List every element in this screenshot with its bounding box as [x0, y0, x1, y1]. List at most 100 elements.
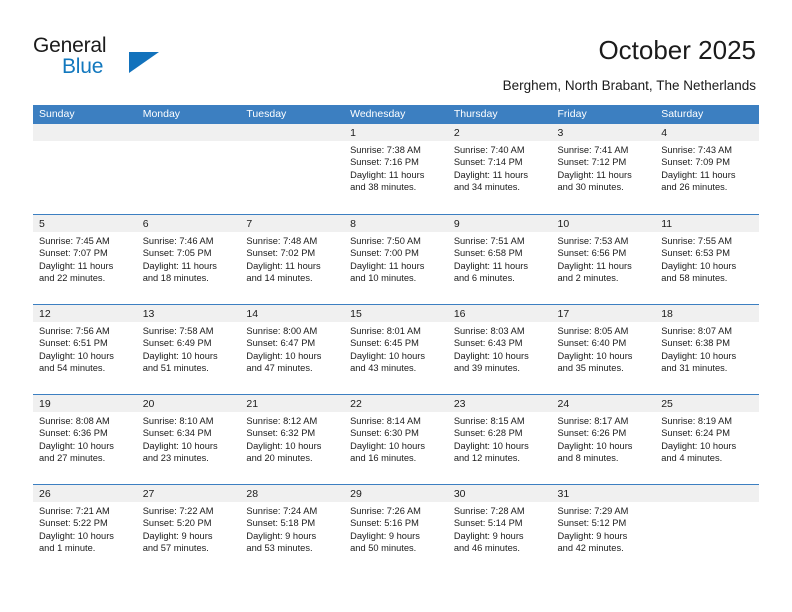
calendar-day-cell[interactable]: 2 Sunrise: 7:40 AM Sunset: 7:14 PM Daylight… [447, 124, 552, 214]
sunrise-time: Sunrise: 7:22 AM [142, 506, 214, 516]
calendar-day-cell[interactable]: 28 Sunrise: 7:24 AM Sunset: 5:18 PM Dayligh… [240, 485, 345, 574]
calendar-page: General Blue October 2025 Berghem, North… [0, 0, 792, 612]
daylight-duration-line2: and 1 minute. [39, 543, 96, 554]
calendar-day-cell[interactable]: 6 Sunrise: 7:46 AM Sunset: 7:05 PM Daylight… [136, 215, 241, 304]
daylight-duration-line2: and 26 minutes. [661, 182, 728, 193]
sunset-time: Sunset: 6:34 PM [142, 428, 212, 439]
sunset-time: Sunset: 6:51 PM [39, 338, 108, 349]
sunset-time: Sunset: 6:38 PM [661, 338, 730, 349]
daylight-duration-line2: and 27 minutes. [39, 453, 106, 464]
sunset-time: Sunset: 6:26 PM [557, 428, 627, 439]
calendar-day-cell[interactable]: 14 Sunrise: 8:00 AM Sunset: 6:47 PM Dayligh… [240, 305, 345, 394]
sunset-time: Sunset: 6:56 PM [557, 248, 627, 259]
calendar-day-cell-empty [240, 124, 345, 214]
sunrise-time: Sunrise: 8:00 AM [246, 326, 318, 336]
day-sun-info: Sunrise: 7:56 AM Sunset: 6:51 PM Daylight:… [33, 322, 137, 375]
calendar-day-cell[interactable]: 5 Sunrise: 7:45 AM Sunset: 7:07 PM Daylight… [33, 215, 137, 304]
day-sun-info: Sunrise: 7:48 AM Sunset: 7:02 PM Daylight:… [240, 232, 344, 285]
day-sun-info: Sunrise: 7:24 AM Sunset: 5:18 PM Daylight:… [240, 502, 344, 555]
day-sun-info: Sunrise: 7:21 AM Sunset: 5:22 PM Daylight:… [33, 502, 137, 555]
logo-text-blue: Blue [62, 55, 104, 78]
calendar-day-cell[interactable]: 1 Sunrise: 7:38 AM Sunset: 7:16 PM Daylight… [344, 124, 448, 214]
calendar-day-cell[interactable]: 25 Sunrise: 8:19 AM Sunset: 6:24 PM Dayligh… [655, 395, 759, 484]
calendar-day-cell[interactable]: 17 Sunrise: 8:05 AM Sunset: 6:40 PM Dayligh… [551, 305, 656, 394]
calendar-day-cell[interactable]: 4 Sunrise: 7:43 AM Sunset: 7:09 PM Daylight… [655, 124, 759, 214]
day-number: 12 [33, 305, 137, 322]
calendar-day-cell[interactable]: 12 Sunrise: 7:56 AM Sunset: 6:51 PM Dayligh… [33, 305, 137, 394]
daylight-duration-line1: Daylight: 11 hours [142, 260, 217, 271]
calendar-day-cell[interactable]: 26 Sunrise: 7:21 AM Sunset: 5:22 PM Dayligh… [33, 485, 137, 574]
day-sun-info: Sunrise: 8:03 AM Sunset: 6:43 PM Daylight:… [448, 322, 552, 375]
calendar-day-cell[interactable]: 23 Sunrise: 8:15 AM Sunset: 6:28 PM Dayligh… [447, 395, 552, 484]
daylight-duration-line1: Daylight: 10 hours [39, 350, 114, 361]
daylight-duration-line1: Daylight: 9 hours [350, 530, 420, 541]
daylight-duration-line2: and 8 minutes. [557, 453, 619, 464]
calendar-day-cell[interactable]: 7 Sunrise: 7:48 AM Sunset: 7:02 PM Daylight… [240, 215, 345, 304]
calendar-day-cell[interactable]: 19 Sunrise: 8:08 AM Sunset: 6:36 PM Dayligh… [33, 395, 137, 484]
calendar-day-cell[interactable]: 13 Sunrise: 7:58 AM Sunset: 6:49 PM Dayligh… [136, 305, 241, 394]
day-sun-info: Sunrise: 7:51 AM Sunset: 6:58 PM Daylight:… [448, 232, 552, 285]
weekday-header-friday: Friday [557, 108, 587, 120]
daylight-duration-line2: and 43 minutes. [350, 363, 417, 374]
daylight-duration-line2: and 47 minutes. [246, 363, 313, 374]
day-sun-info: Sunrise: 7:40 AM Sunset: 7:14 PM Daylight:… [448, 141, 552, 194]
day-sun-info: Sunrise: 8:08 AM Sunset: 6:36 PM Daylight:… [33, 412, 137, 465]
day-number: 26 [33, 485, 137, 502]
daylight-duration-line1: Daylight: 10 hours [453, 440, 529, 451]
calendar-day-cell[interactable]: 27 Sunrise: 7:22 AM Sunset: 5:20 PM Dayligh… [136, 485, 241, 574]
day-sun-info: Sunrise: 7:58 AM Sunset: 6:49 PM Daylight:… [137, 322, 241, 375]
generalblue-logo[interactable]: General Blue [33, 34, 183, 82]
calendar-day-cell[interactable]: 18 Sunrise: 8:07 AM Sunset: 6:38 PM Dayligh… [655, 305, 759, 394]
sunset-time: Sunset: 6:24 PM [661, 428, 730, 439]
daylight-duration-line2: and 46 minutes. [453, 543, 520, 554]
day-number [136, 124, 241, 141]
day-number: 30 [447, 485, 552, 502]
calendar-week-row: 12 Sunrise: 7:56 AM Sunset: 6:51 PM Dayligh… [33, 304, 759, 394]
calendar-day-cell[interactable]: 3 Sunrise: 7:41 AM Sunset: 7:12 PM Daylight… [551, 124, 656, 214]
calendar-day-cell[interactable]: 10 Sunrise: 7:53 AM Sunset: 6:56 PM Dayligh… [551, 215, 656, 304]
weekday-header-thursday: Thursday [453, 108, 498, 120]
sunset-time: Sunset: 6:47 PM [246, 338, 316, 349]
calendar-day-cell[interactable]: 21 Sunrise: 8:12 AM Sunset: 6:32 PM Dayligh… [240, 395, 345, 484]
daylight-duration-line2: and 38 minutes. [350, 182, 417, 193]
day-sun-info: Sunrise: 8:12 AM Sunset: 6:32 PM Daylight:… [240, 412, 344, 465]
weekday-header-monday: Monday [142, 108, 181, 120]
day-number: 20 [136, 395, 241, 412]
daylight-duration-line1: Daylight: 9 hours [142, 530, 213, 541]
calendar-day-cell[interactable]: 16 Sunrise: 8:03 AM Sunset: 6:43 PM Dayligh… [447, 305, 552, 394]
day-number: 28 [240, 485, 345, 502]
daylight-duration-line2: and 14 minutes. [246, 273, 313, 284]
daylight-duration-line1: Daylight: 10 hours [350, 440, 426, 451]
daylight-duration-line1: Daylight: 10 hours [350, 350, 426, 361]
page-header: General Blue October 2025 Berghem, North… [0, 0, 792, 100]
calendar-day-cell[interactable]: 31 Sunrise: 7:29 AM Sunset: 5:12 PM Dayligh… [551, 485, 656, 574]
daylight-duration-line1: Daylight: 9 hours [246, 530, 317, 541]
sunset-time: Sunset: 7:09 PM [661, 157, 730, 168]
sunset-time: Sunset: 5:12 PM [557, 518, 627, 529]
sunset-time: Sunset: 5:22 PM [39, 518, 108, 529]
calendar-day-cell[interactable]: 15 Sunrise: 8:01 AM Sunset: 6:45 PM Dayligh… [344, 305, 448, 394]
calendar-day-cell[interactable]: 22 Sunrise: 8:14 AM Sunset: 6:30 PM Dayligh… [344, 395, 448, 484]
calendar-day-cell-empty [136, 124, 241, 214]
calendar-day-cell[interactable]: 9 Sunrise: 7:51 AM Sunset: 6:58 PM Daylight… [447, 215, 552, 304]
calendar-day-cell[interactable]: 29 Sunrise: 7:26 AM Sunset: 5:16 PM Dayligh… [344, 485, 448, 574]
calendar-day-cell[interactable]: 20 Sunrise: 8:10 AM Sunset: 6:34 PM Dayligh… [136, 395, 241, 484]
day-sun-info: Sunrise: 7:41 AM Sunset: 7:12 PM Daylight:… [552, 141, 656, 194]
day-number: 14 [240, 305, 345, 322]
daylight-duration-line1: Daylight: 10 hours [246, 350, 322, 361]
calendar-day-cell[interactable]: 30 Sunrise: 7:28 AM Sunset: 5:14 PM Dayligh… [447, 485, 552, 574]
day-number: 24 [551, 395, 656, 412]
day-number: 19 [33, 395, 137, 412]
calendar-day-cell[interactable]: 11 Sunrise: 7:55 AM Sunset: 6:53 PM Dayligh… [655, 215, 759, 304]
calendar-day-cell[interactable]: 24 Sunrise: 8:17 AM Sunset: 6:26 PM Dayligh… [551, 395, 656, 484]
day-number [33, 124, 137, 141]
daylight-duration-line2: and 34 minutes. [453, 182, 520, 193]
sunrise-time: Sunrise: 7:43 AM [661, 145, 733, 155]
calendar-day-cell[interactable]: 8 Sunrise: 7:50 AM Sunset: 7:00 PM Daylight… [344, 215, 448, 304]
day-number: 1 [344, 124, 448, 141]
weekday-header-tuesday: Tuesday [246, 108, 287, 120]
daylight-duration-line2: and 2 minutes. [557, 273, 619, 284]
sunrise-time: Sunrise: 7:24 AM [246, 506, 318, 516]
day-number: 29 [344, 485, 448, 502]
daylight-duration-line2: and 54 minutes. [39, 363, 106, 374]
